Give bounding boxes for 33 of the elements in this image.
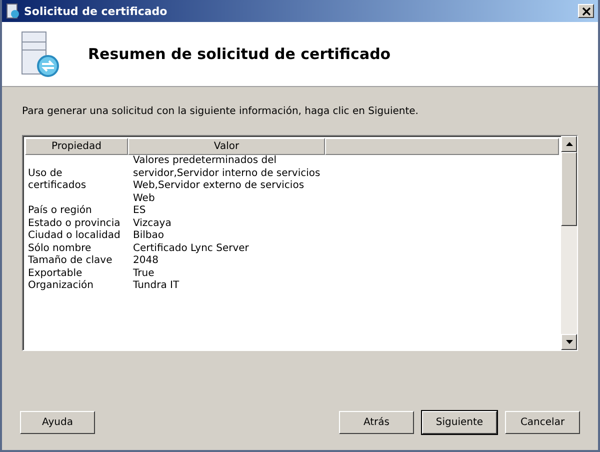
close-button[interactable] (578, 4, 594, 18)
server-certificate-icon (20, 30, 60, 78)
column-header[interactable]: Valor (128, 138, 325, 155)
help-button[interactable]: Ayuda (20, 411, 95, 434)
dialog-button[interactable]: Cancelar (505, 411, 580, 434)
window-title: Solicitud de certificado (24, 4, 168, 18)
table-cell-text: Valores predeterminados del servidor,Servidor interno de servicios Web,Servidor externo de servicios Web (132, 155, 322, 205)
instruction-text: Para generar una solicitud con la siguiente información, haga clic en Siguiente. (22, 106, 420, 117)
table-cell-text: Certificado Lync Server (132, 242, 250, 255)
table-cell-text: Ciudad o localidad (27, 230, 122, 242)
table-cell-text: Organización (27, 280, 95, 292)
table-cell-text: Sólo nombre (27, 242, 92, 255)
column-header[interactable]: Propiedad (25, 138, 128, 155)
dialog-button[interactable]: Siguiente (422, 411, 497, 434)
close-icon[interactable] (582, 6, 590, 16)
table-cell-text: Estado o provincia (27, 218, 122, 230)
table-cell-text: Uso de certificados (27, 168, 88, 192)
table-cell-text: Exportable (27, 268, 84, 280)
table-cell-text: Bilbao (132, 230, 166, 242)
table-cell-text: Tamaño de clave (27, 255, 114, 268)
table-cell-text: Tundra IT (132, 280, 180, 292)
table-cell-text: 2048 (132, 255, 160, 268)
table-cell-text: True (132, 268, 156, 280)
page-heading: Resumen de solicitud de certificado (88, 45, 391, 63)
scroll-thumb[interactable] (561, 152, 577, 226)
scrollbar[interactable] (561, 136, 577, 350)
scroll-down-icon[interactable] (561, 334, 577, 350)
table-cell-text: País o región (27, 205, 93, 218)
table-cell-text: Vizcaya (132, 218, 172, 230)
certificate-app-icon (6, 3, 20, 19)
scroll-up-icon[interactable] (561, 136, 577, 152)
dialog-button[interactable]: Atrás (339, 411, 414, 434)
table-cell-text: ES (132, 205, 147, 218)
